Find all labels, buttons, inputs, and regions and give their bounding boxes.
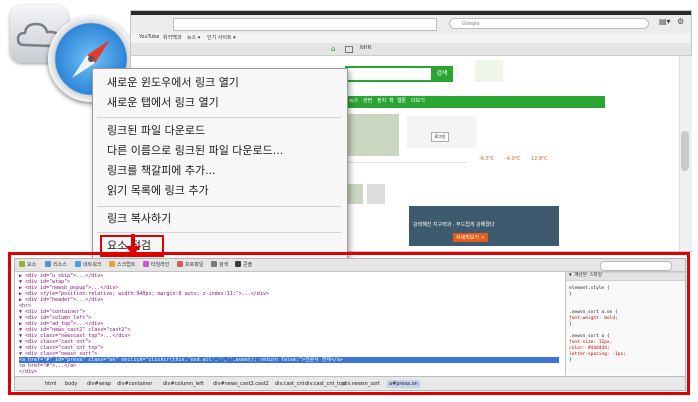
menu-add-link-bookmarks[interactable]: 링크를 책갈피에 추가...	[107, 164, 216, 178]
style-rule: }	[569, 358, 572, 363]
settings-gear-icon[interactable]: ⚙	[677, 17, 684, 26]
menu-open-link-new-window[interactable]: 새로운 윈도우에서 링크 열기	[107, 76, 239, 90]
nav-tab-politics[interactable]: 정치	[377, 98, 386, 105]
console-icon	[235, 261, 241, 267]
styles-header[interactable]: ▼ 계산된 스타일	[566, 272, 685, 281]
tab-nhn[interactable]: NHN	[360, 45, 371, 52]
toolbar-console[interactable]: 콘솔	[235, 261, 252, 269]
dom-line[interactable]: ▶ <div id="header">...</div>	[19, 297, 103, 303]
scripts-icon	[109, 261, 115, 267]
naver-search-box[interactable]	[345, 66, 433, 82]
home-icon[interactable]: ⌂	[331, 45, 335, 53]
naver-nav-bar: 뉴스 관련 정치 책 웹툰 더보기	[345, 96, 605, 108]
style-rule: }	[569, 322, 572, 327]
menu-separator	[97, 117, 341, 118]
promo-text: 강력해진 지구력과 · 부드럽게 강해졌다	[413, 222, 495, 228]
weather-temp-1: -6.3℃	[479, 156, 495, 162]
resources-icon	[45, 261, 51, 267]
inspector-search-input[interactable]	[600, 261, 672, 271]
promo-banner[interactable]: 강력해진 지구력과 · 부드럽게 강해졌다 자세히보기 >	[409, 206, 559, 246]
breadcrumb-item[interactable]: html	[45, 380, 56, 388]
breadcrumb-item[interactable]: div.cast_cnt	[275, 380, 304, 388]
news-photo-2[interactable]	[367, 184, 385, 204]
search-icon	[211, 261, 217, 267]
styles-panel: ▼ 계산된 스타일 element.style { } .newsn_sort …	[565, 272, 685, 375]
web-inspector: 요소 리소스 네트워크 스크립트 타임라인 프로파일 검색 콘솔 ▶ <div …	[14, 258, 686, 391]
toolbar-elements[interactable]: 요소	[19, 261, 36, 269]
breadcrumb-item[interactable]: div#wrap	[87, 380, 111, 388]
bookmark-youtube[interactable]: YouTube	[139, 34, 159, 40]
address-toolbar: Google ▤▾ ⚙	[131, 15, 691, 34]
nav-tab-books[interactable]: 책	[389, 98, 394, 105]
elements-icon	[19, 261, 25, 267]
toolbar-resources[interactable]: 리소스	[45, 261, 67, 269]
toolbar-profiles[interactable]: 프로파일	[177, 261, 203, 269]
network-icon	[75, 261, 81, 267]
bookmark-popular-sites[interactable]: 인기 사이트 ▾	[207, 34, 236, 41]
login-button[interactable]: 로그인	[431, 132, 449, 142]
nav-tab-news[interactable]: 뉴스	[349, 98, 358, 105]
dom-line-selected[interactable]: <a href="#" id="presa" class="on" onclic…	[19, 357, 559, 363]
toolbar-search[interactable]: 검색	[211, 261, 228, 269]
style-rule[interactable]: element.style {	[569, 286, 610, 292]
promo-button[interactable]: 자세히보기 >	[453, 233, 488, 242]
toolbar-timeline[interactable]: 타임라인	[143, 261, 169, 269]
breadcrumb-item[interactable]: div.cast_cnt_top	[305, 380, 345, 388]
scrollbar-thumb[interactable]	[681, 131, 689, 171]
menu-add-link-reading-list[interactable]: 읽기 목록에 링크 추가	[107, 184, 209, 198]
toolbar-network[interactable]: 네트워크	[75, 261, 101, 269]
profiles-icon	[177, 261, 183, 267]
news-thumbnail[interactable]	[347, 114, 399, 156]
breadcrumb-item[interactable]: body	[65, 380, 77, 388]
style-rule: }	[569, 292, 572, 297]
style-property[interactable]: letter-spacing: -1px;	[569, 352, 626, 358]
breadcrumb-item[interactable]: div#news_cast2.cast2	[213, 380, 269, 388]
menu-copy-link[interactable]: 링크 복사하기	[107, 212, 171, 226]
tab-icon	[345, 46, 353, 53]
menu-download-linked-file[interactable]: 링크된 파일 다운로드	[107, 124, 205, 138]
inspector-toolbar: 요소 리소스 네트워크 스크립트 타임라인 프로파일 검색 콘솔	[15, 259, 685, 272]
menu-separator	[97, 232, 341, 233]
toolbar-scripts[interactable]: 스크립트	[109, 261, 135, 269]
breadcrumb-item[interactable]: div#container	[117, 380, 152, 388]
breadcrumb: html body div#wrap div#container div#col…	[15, 376, 685, 390]
address-field[interactable]	[173, 18, 437, 31]
naver-search-button[interactable]: 검색	[431, 66, 453, 82]
divider	[347, 162, 467, 163]
nav-tab-more[interactable]: 더보기	[411, 98, 425, 105]
menu-open-link-new-tab[interactable]: 새로운 탭에서 링크 열기	[107, 96, 219, 110]
nav-tab-webtoon[interactable]: 웹툰	[397, 98, 406, 105]
menu-separator	[97, 206, 341, 207]
page-menu-icon[interactable]: ▤▾	[659, 17, 671, 26]
bookmark-wikipedia[interactable]: 위키백과	[163, 34, 181, 41]
breadcrumb-item[interactable]: div.newsn_sort	[343, 380, 380, 388]
style-property[interactable]: font-weight: bold;	[569, 316, 618, 322]
weather-temp-2: -4.0℃	[505, 156, 521, 162]
dom-tree: ▶ <div id="u_skip">...</div> ▼ <div id="…	[15, 272, 563, 375]
nav-tab-related[interactable]: 관련	[363, 98, 372, 105]
breadcrumb-item[interactable]: div#column_left	[163, 380, 204, 388]
dom-line[interactable]: </div>	[19, 369, 37, 375]
tab-bar: ⌂ NHN	[131, 43, 691, 56]
weather-temp-3: 12.8℃	[531, 156, 548, 162]
bookmark-news[interactable]: 뉴스 ▾	[187, 34, 200, 41]
search-field[interactable]: Google	[449, 18, 649, 29]
menu-download-linked-file-as[interactable]: 다른 이름으로 링크된 파일 다운로드...	[107, 144, 283, 158]
breadcrumb-item-selected[interactable]: a#presa.on	[387, 380, 420, 388]
timeline-icon	[143, 261, 149, 267]
banner-ad[interactable]	[475, 60, 503, 82]
